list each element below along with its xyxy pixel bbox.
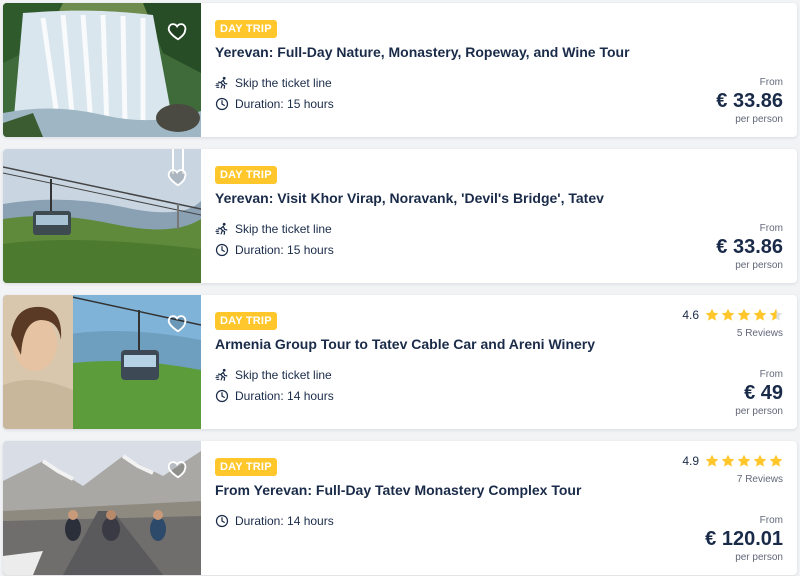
feature-duration: Duration: 14 hours bbox=[215, 385, 783, 406]
star-icon bbox=[753, 308, 767, 322]
star-icon bbox=[721, 454, 735, 468]
activity-title[interactable]: Yerevan: Full-Day Nature, Monastery, Rop… bbox=[215, 44, 783, 60]
rating-value: 4.6 bbox=[682, 308, 699, 322]
activity-content: DAY TRIP From Yerevan: Full-Day Tatev Mo… bbox=[201, 441, 797, 575]
feature-skip-line: Skip the ticket line bbox=[215, 218, 783, 239]
feature-list: Skip the ticket line Duration: 15 hours bbox=[215, 72, 783, 114]
feature-duration: Duration: 15 hours bbox=[215, 93, 783, 114]
activity-content: DAY TRIP Armenia Group Tour to Tatev Cab… bbox=[201, 295, 797, 429]
star-icon bbox=[737, 308, 751, 322]
activity-content: DAY TRIP Yerevan: Full-Day Nature, Monas… bbox=[201, 3, 797, 137]
activity-image[interactable] bbox=[3, 3, 201, 137]
price-value: € 49 bbox=[744, 382, 783, 404]
feature-skip-line: Skip the ticket line bbox=[215, 364, 783, 385]
day-trip-badge: DAY TRIP bbox=[215, 458, 277, 476]
price-from-label: From bbox=[759, 223, 783, 234]
price-from-label: From bbox=[759, 369, 783, 380]
feature-text: Skip the ticket line bbox=[235, 367, 332, 382]
clock-icon bbox=[215, 243, 229, 257]
activity-card[interactable]: DAY TRIP Armenia Group Tour to Tatev Cab… bbox=[3, 295, 797, 429]
price-from-label: From bbox=[759, 515, 783, 526]
rating-value: 4.9 bbox=[682, 454, 699, 468]
activity-image[interactable] bbox=[3, 295, 201, 429]
skip-line-icon bbox=[215, 368, 229, 382]
activity-card[interactable]: DAY TRIP Yerevan: Visit Khor Virap, Nora… bbox=[3, 149, 797, 283]
price-value: € 120.01 bbox=[705, 528, 783, 550]
price-block: From € 49 per person bbox=[735, 369, 783, 417]
price-per-label: per person bbox=[735, 260, 783, 271]
wishlist-heart-icon[interactable] bbox=[167, 458, 189, 480]
feature-skip-line: Skip the ticket line bbox=[215, 72, 783, 93]
feature-text: Duration: 14 hours bbox=[235, 388, 334, 403]
price-block: From € 33.86 per person bbox=[716, 77, 783, 125]
rating: 4.6 bbox=[682, 308, 783, 322]
feature-text: Duration: 14 hours bbox=[235, 513, 334, 528]
price-from-label: From bbox=[759, 77, 783, 88]
activity-title[interactable]: Yerevan: Visit Khor Virap, Noravank, 'De… bbox=[215, 190, 783, 206]
day-trip-badge: DAY TRIP bbox=[215, 20, 277, 38]
star-icon bbox=[737, 454, 751, 468]
feature-list: Duration: 14 hours bbox=[215, 510, 783, 531]
star-icon bbox=[705, 308, 719, 322]
feature-text: Skip the ticket line bbox=[235, 75, 332, 90]
price-value: € 33.86 bbox=[716, 236, 783, 258]
activity-title[interactable]: Armenia Group Tour to Tatev Cable Car an… bbox=[215, 336, 783, 352]
feature-duration: Duration: 15 hours bbox=[215, 239, 783, 260]
skip-line-icon bbox=[215, 222, 229, 236]
price-block: From € 33.86 per person bbox=[716, 223, 783, 271]
activity-card[interactable]: DAY TRIP Yerevan: Full-Day Nature, Monas… bbox=[3, 3, 797, 137]
day-trip-badge: DAY TRIP bbox=[215, 166, 277, 184]
skip-line-icon bbox=[215, 76, 229, 90]
price-per-label: per person bbox=[735, 552, 783, 563]
reviews-count[interactable]: 7 Reviews bbox=[737, 474, 783, 485]
reviews-count[interactable]: 5 Reviews bbox=[737, 328, 783, 339]
activity-card[interactable]: DAY TRIP From Yerevan: Full-Day Tatev Mo… bbox=[3, 441, 797, 575]
star-icon bbox=[705, 454, 719, 468]
clock-icon bbox=[215, 97, 229, 111]
price-per-label: per person bbox=[735, 114, 783, 125]
activity-title[interactable]: From Yerevan: Full-Day Tatev Monastery C… bbox=[215, 482, 783, 498]
price-value: € 33.86 bbox=[716, 90, 783, 112]
clock-icon bbox=[215, 514, 229, 528]
star-icon bbox=[753, 454, 767, 468]
star-icon bbox=[721, 308, 735, 322]
clock-icon bbox=[215, 389, 229, 403]
wishlist-heart-icon[interactable] bbox=[167, 20, 189, 42]
feature-text: Duration: 15 hours bbox=[235, 242, 334, 257]
feature-duration: Duration: 14 hours bbox=[215, 510, 783, 531]
feature-list: Skip the ticket line Duration: 15 hours bbox=[215, 218, 783, 260]
activity-image[interactable] bbox=[3, 441, 201, 575]
feature-list: Skip the ticket line Duration: 14 hours bbox=[215, 364, 783, 406]
star-half-icon bbox=[769, 308, 783, 322]
day-trip-badge: DAY TRIP bbox=[215, 312, 277, 330]
price-block: From € 120.01 per person bbox=[705, 515, 783, 563]
activity-image[interactable] bbox=[3, 149, 201, 283]
activity-content: DAY TRIP Yerevan: Visit Khor Virap, Nora… bbox=[201, 149, 797, 283]
rating: 4.9 bbox=[682, 454, 783, 468]
price-per-label: per person bbox=[735, 406, 783, 417]
wishlist-heart-icon[interactable] bbox=[167, 312, 189, 334]
feature-text: Skip the ticket line bbox=[235, 221, 332, 236]
wishlist-heart-icon[interactable] bbox=[167, 166, 189, 188]
feature-text: Duration: 15 hours bbox=[235, 96, 334, 111]
star-icon bbox=[769, 454, 783, 468]
